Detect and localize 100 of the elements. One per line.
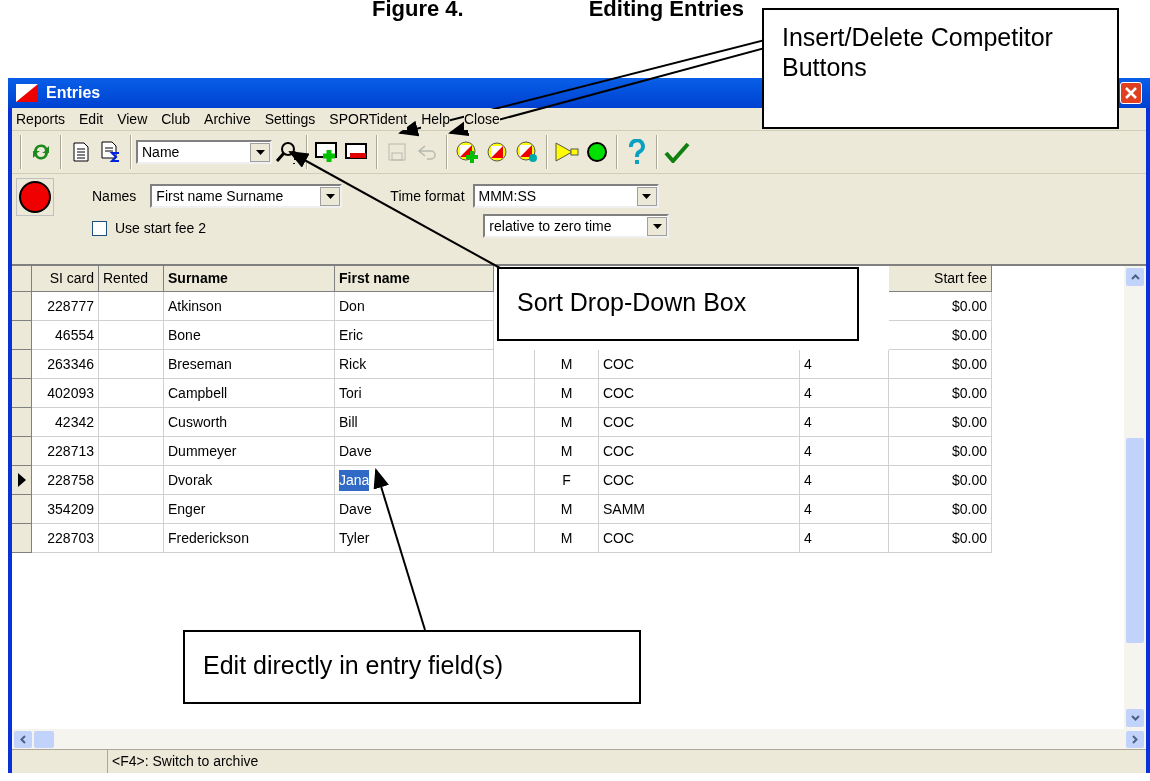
- names-label: Names: [92, 186, 137, 206]
- table-cell: Breseman: [164, 350, 335, 379]
- horizontal-scrollbar[interactable]: [12, 729, 1146, 749]
- table-cell: 228777: [32, 292, 99, 321]
- checkbox[interactable]: [92, 221, 107, 236]
- table-cell: 263346: [32, 350, 99, 379]
- status-hint: <F4>: Switch to archive: [111, 752, 260, 771]
- table-cell: Tori: [335, 379, 494, 408]
- table-cell: $0.00: [889, 350, 992, 379]
- empty-cell: [99, 379, 164, 408]
- table-cell: COC: [599, 524, 800, 553]
- chevron-right-icon: [1132, 734, 1138, 744]
- table-cell: M: [535, 350, 599, 379]
- column-header[interactable]: Rented: [99, 266, 164, 292]
- table-cell: Rick: [335, 350, 494, 379]
- column-header[interactable]: SI card: [32, 266, 99, 292]
- empty-cell: [99, 466, 164, 495]
- table-cell: COC: [599, 408, 800, 437]
- table-cell: $0.00: [889, 292, 992, 321]
- table-cell: M: [535, 437, 599, 466]
- chevron-left-icon: [20, 734, 26, 744]
- table-cell: 228758: [32, 466, 99, 495]
- table-cell: 4: [800, 495, 889, 524]
- table-cell: 228703: [32, 524, 99, 553]
- table-cell: 4: [800, 524, 889, 553]
- table-cell: $0.00: [889, 379, 992, 408]
- table-cell: COC: [599, 466, 800, 495]
- empty-cell: [99, 524, 164, 553]
- table-cell: M: [535, 495, 599, 524]
- time-format-dropdown[interactable]: MMM:SS: [472, 184, 659, 208]
- table-cell: 228713: [32, 437, 99, 466]
- column-header[interactable]: Surname: [164, 266, 335, 292]
- table-cell: Bill: [335, 408, 494, 437]
- chevron-down-icon: [1130, 715, 1140, 721]
- table-cell: Enger: [164, 495, 335, 524]
- table-cell: 4: [800, 466, 889, 495]
- empty-cell: [99, 321, 164, 350]
- table-cell: 4: [800, 437, 889, 466]
- table-cell: SAMM: [599, 495, 800, 524]
- table-cell: Eric: [335, 321, 494, 350]
- table-cell: Atkinson: [164, 292, 335, 321]
- table-cell: 4: [800, 350, 889, 379]
- table-cell: $0.00: [889, 495, 992, 524]
- table-cell: Bone: [164, 321, 335, 350]
- table-cell: Don: [335, 292, 494, 321]
- menu-item[interactable]: Close: [463, 108, 500, 130]
- empty-cell: [494, 495, 535, 524]
- vertical-scrollbar[interactable]: [1124, 266, 1146, 729]
- table-cell: Cusworth: [164, 408, 335, 437]
- table-cell: COC: [599, 379, 800, 408]
- empty-cell: [99, 350, 164, 379]
- time-reference-dropdown[interactable]: relative to zero time: [483, 214, 670, 238]
- scroll-thumb[interactable]: [34, 730, 54, 748]
- column-header[interactable]: First name: [335, 266, 494, 292]
- table-cell: COC: [599, 437, 800, 466]
- table-cell: $0.00: [889, 466, 992, 495]
- time-format-label: Time format: [390, 186, 465, 206]
- scroll-thumb[interactable]: [1126, 438, 1144, 643]
- table-cell: M: [535, 408, 599, 437]
- table-cell: COC: [599, 350, 800, 379]
- row-indicator[interactable]: [12, 466, 32, 495]
- table-cell: $0.00: [889, 437, 992, 466]
- close-button[interactable]: [1120, 82, 1142, 104]
- scroll-up-button[interactable]: [1126, 268, 1144, 286]
- table-cell: Dvorak: [164, 466, 335, 495]
- scroll-down-button[interactable]: [1126, 709, 1144, 727]
- empty-cell: [99, 437, 164, 466]
- table-cell: $0.00: [889, 321, 992, 350]
- table-cell: $0.00: [889, 524, 992, 553]
- sort-dropdown[interactable]: Name: [136, 140, 272, 164]
- empty-cell: [494, 379, 535, 408]
- empty-cell: [494, 437, 535, 466]
- chevron-up-icon: [1130, 274, 1140, 280]
- callout-text: Edit directly in entry field(s): [203, 651, 504, 679]
- cell-text-field[interactable]: Jana: [339, 469, 370, 491]
- scroll-left-button[interactable]: [14, 730, 32, 748]
- table-cell: 402093: [32, 379, 99, 408]
- column-header[interactable]: Start fee: [889, 266, 992, 292]
- figure-caption: Editing Entries: [588, 0, 744, 23]
- checkbox-label: Use start fee 2: [115, 219, 207, 238]
- table-cell: 42342: [32, 408, 99, 437]
- table-cell: M: [535, 524, 599, 553]
- close-icon: [1125, 87, 1137, 99]
- table-cell: Frederickson: [164, 524, 335, 553]
- table-cell: Dave: [335, 437, 494, 466]
- window-title: Entries: [46, 83, 101, 103]
- table-cell: Campbell: [164, 379, 335, 408]
- table-cell: $0.00: [889, 408, 992, 437]
- empty-cell: [494, 350, 535, 379]
- table-cell: 4: [800, 408, 889, 437]
- callout-text: Insert/Delete Competitor Buttons: [782, 23, 1053, 81]
- scroll-right-button[interactable]: [1126, 730, 1144, 748]
- empty-cell: [494, 524, 535, 553]
- callout-text: Sort Drop-Down Box: [517, 288, 747, 316]
- table-cell: M: [535, 379, 599, 408]
- table-cell: Dave: [335, 495, 494, 524]
- table-cell: Dummeyer: [164, 437, 335, 466]
- empty-cell: [99, 292, 164, 321]
- empty-cell: [99, 495, 164, 524]
- names-dropdown[interactable]: First name Surname: [150, 184, 343, 208]
